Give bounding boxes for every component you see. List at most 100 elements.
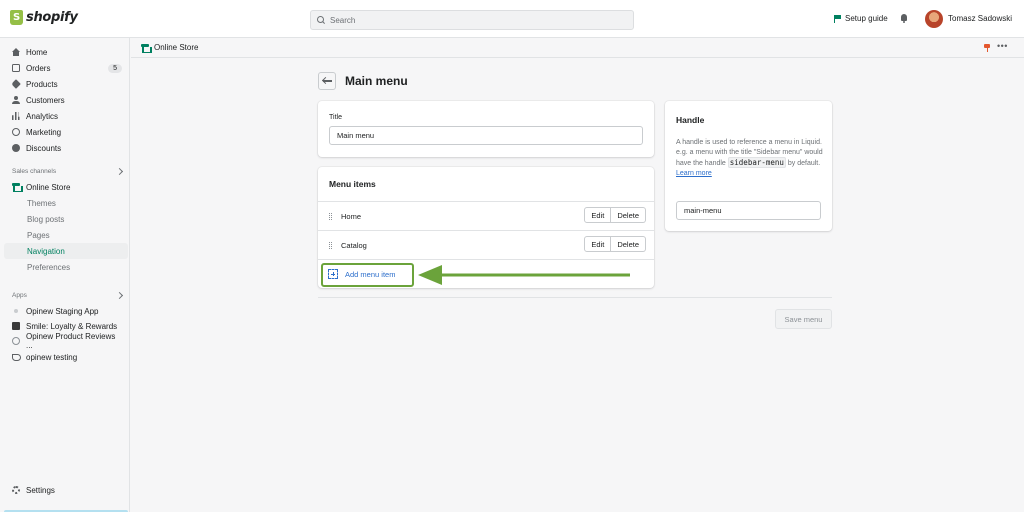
store-icon [141, 43, 152, 53]
breadcrumb: Online Store ••• [131, 38, 1024, 58]
discounts-icon [12, 144, 20, 152]
sidebar-item-analytics[interactable]: Analytics [12, 109, 122, 123]
sidebar-subitem-pages[interactable]: Pages [27, 228, 125, 242]
chevron-right-icon [115, 167, 124, 176]
menu-item-label: Catalog [341, 241, 367, 250]
sidebar-app-opinew-reviews[interactable]: Opinew Product Reviews ... [12, 332, 122, 350]
sidebar-item-label: Discounts [26, 143, 62, 153]
setup-guide-label: Setup guide [845, 14, 888, 23]
sidebar-item-label: Customers [26, 95, 65, 105]
sidebar-subitem-themes[interactable]: Themes [27, 196, 125, 210]
menu-item-label: Home [341, 212, 362, 221]
menu-items-heading: Menu items [329, 179, 376, 189]
menu-item-row: Catalog Edit Delete [318, 230, 654, 259]
user-name[interactable]: Tomasz Sadowski [948, 14, 1012, 23]
more-actions-icon[interactable]: ••• [997, 41, 1008, 51]
sidebar-item-label: Online Store [26, 182, 71, 192]
orders-count-badge: 5 [108, 63, 122, 73]
shopify-bag-icon [10, 10, 23, 25]
sidebar-item-customers[interactable]: Customers [12, 93, 122, 107]
gear-icon [12, 486, 20, 494]
drag-handle-icon[interactable] [329, 242, 332, 249]
app-dot-icon [14, 309, 18, 313]
chevron-right-icon [115, 291, 124, 300]
arrow-left-icon [322, 80, 332, 82]
divider [318, 297, 832, 298]
sidebar-item-online-store[interactable]: Online Store [12, 180, 122, 194]
sidebar: Home Orders 5 Products Customers Analyti… [0, 38, 130, 512]
menu-item-actions: Edit Delete [584, 207, 646, 223]
handle-description: A handle is used to reference a menu in … [676, 138, 824, 179]
search-bar[interactable] [310, 10, 634, 30]
sidebar-item-products[interactable]: Products [11, 77, 122, 91]
sidebar-item-label: Analytics [26, 111, 59, 121]
flag-icon [834, 14, 841, 23]
handle-code-sample: sidebar-menu [727, 157, 786, 168]
brand-name: shopify [26, 10, 78, 25]
handle-card: Handle A handle is used to reference a m… [665, 101, 832, 231]
sidebar-item-label: Marketing [26, 127, 62, 137]
sales-channels-header[interactable]: Sales channels [12, 167, 124, 176]
sidebar-item-marketing[interactable]: Marketing [12, 125, 122, 139]
sales-channels-label: Sales channels [12, 168, 57, 175]
sidebar-item-label: opinew testing [26, 352, 78, 362]
title-card: Title [318, 101, 654, 157]
search-icon [317, 16, 325, 24]
sidebar-item-discounts[interactable]: Discounts [12, 141, 122, 155]
edit-button[interactable]: Edit [584, 236, 612, 252]
menu-item-actions: Edit Delete [584, 236, 646, 252]
analytics-icon [12, 112, 20, 120]
learn-more-link[interactable]: Learn more [676, 170, 712, 177]
customers-icon [12, 96, 20, 104]
sidebar-item-label: Smile: Loyalty & Rewards [26, 321, 118, 331]
store-icon [12, 183, 23, 192]
sidebar-app-smile[interactable]: Smile: Loyalty & Rewards [12, 319, 122, 333]
title-label: Title [329, 114, 342, 121]
sidebar-item-label: Orders [26, 63, 51, 73]
back-button[interactable] [318, 72, 336, 90]
add-menu-item-label: Add menu item [345, 269, 396, 279]
marketing-icon [12, 128, 20, 136]
sidebar-item-label: Opinew Product Reviews ... [26, 332, 116, 350]
sidebar-item-orders[interactable]: Orders 5 [12, 61, 122, 75]
sidebar-item-home[interactable]: Home [12, 45, 122, 59]
add-menu-item-link[interactable]: Add menu item [328, 269, 395, 279]
handle-heading: Handle [676, 115, 705, 125]
save-menu-button[interactable]: Save menu [775, 309, 832, 329]
search-input[interactable] [330, 15, 610, 25]
page-title: Main menu [345, 74, 408, 88]
pin-icon[interactable] [984, 44, 990, 52]
sidebar-item-label: Opinew Staging App [26, 306, 99, 316]
edit-button[interactable]: Edit [584, 207, 612, 223]
breadcrumb-online-store[interactable]: Online Store [141, 43, 199, 53]
smile-app-icon [12, 322, 20, 330]
menu-item-row: Home Edit Delete [318, 201, 654, 230]
sidebar-item-label: Products [26, 79, 58, 89]
handle-input[interactable] [676, 201, 821, 220]
apps-label: Apps [12, 292, 27, 299]
drag-handle-icon[interactable] [329, 213, 332, 220]
delete-button[interactable]: Delete [611, 236, 646, 252]
bell-icon[interactable] [900, 14, 908, 23]
sidebar-item-settings[interactable]: Settings [12, 483, 122, 497]
shopify-logo[interactable]: shopify [10, 10, 78, 25]
annotation-arrow-icon [418, 265, 630, 285]
apps-header[interactable]: Apps [12, 291, 124, 300]
avatar[interactable] [925, 10, 943, 28]
sidebar-app-opinew-staging[interactable]: Opinew Staging App [12, 304, 122, 318]
sidebar-item-label: Settings [26, 485, 55, 495]
breadcrumb-label: Online Store [154, 43, 199, 52]
sidebar-subitem-preferences[interactable]: Preferences [27, 260, 125, 274]
title-input[interactable] [329, 126, 643, 145]
sidebar-app-opinew-testing[interactable]: opinew testing [12, 350, 122, 364]
home-icon [12, 48, 20, 56]
top-bar: shopify Setup guide Tomasz Sadowski [0, 0, 1024, 38]
products-icon [11, 79, 21, 89]
sidebar-subitem-blog-posts[interactable]: Blog posts [27, 212, 125, 226]
delete-button[interactable]: Delete [611, 207, 646, 223]
add-icon [328, 269, 338, 279]
opinew-app-icon [12, 337, 20, 345]
setup-guide-button[interactable]: Setup guide [834, 14, 888, 23]
chat-app-icon [12, 353, 21, 361]
sidebar-subitem-navigation[interactable]: Navigation [27, 244, 125, 258]
